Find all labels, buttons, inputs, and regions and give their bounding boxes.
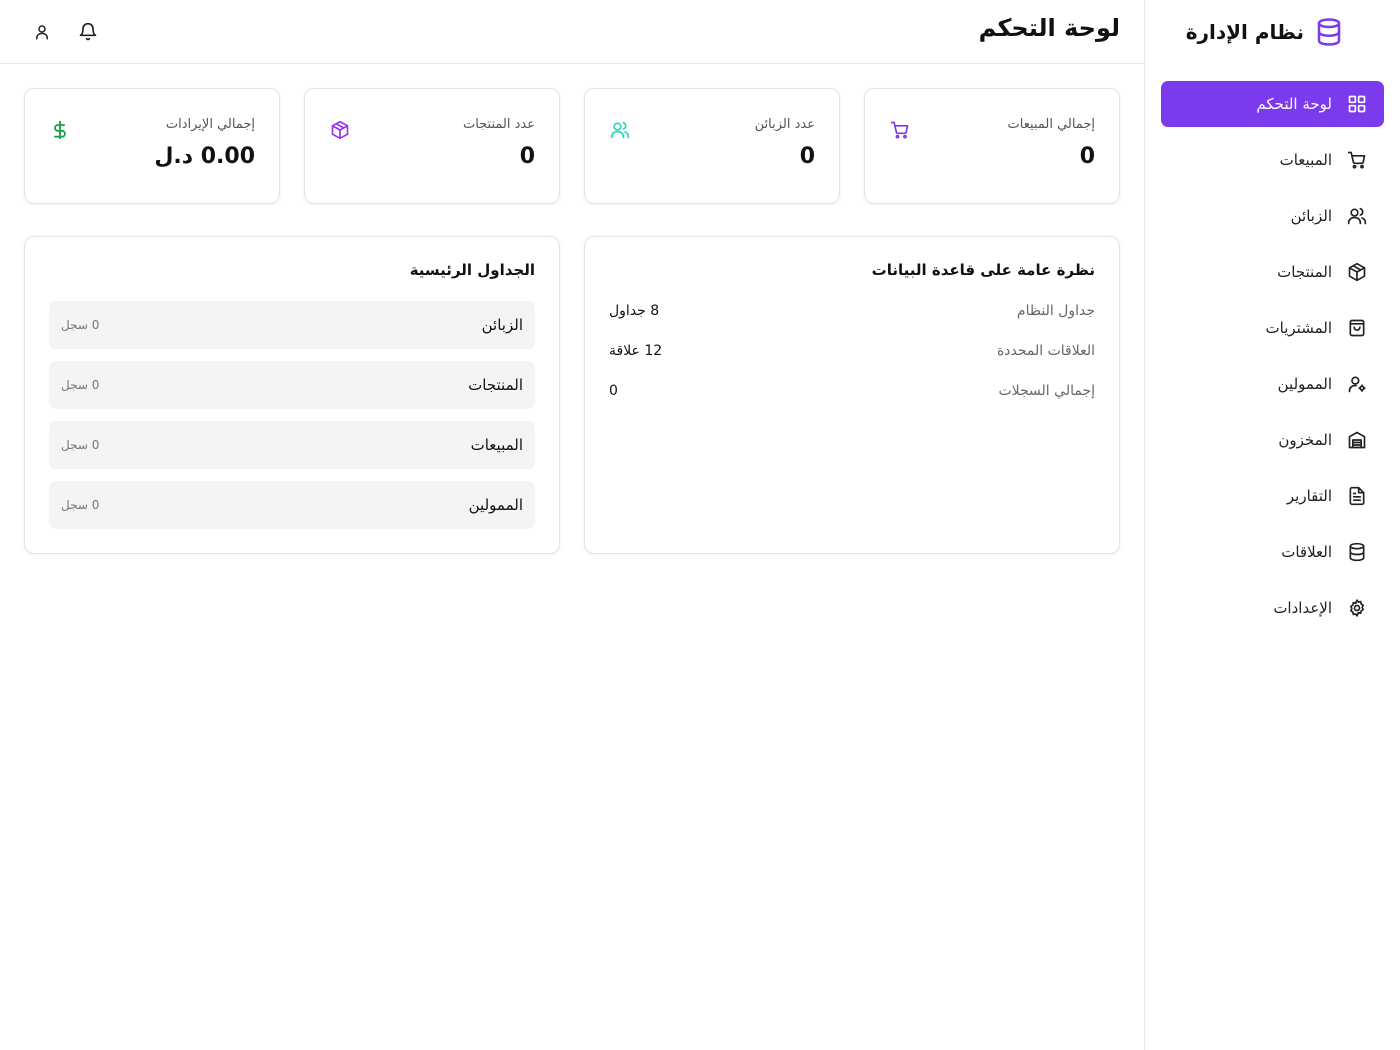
table-row-suppliers[interactable]: الممولين 0 سجل <box>49 481 535 529</box>
brand: نظام الإدارة <box>1145 0 1400 64</box>
sidebar-item-label: المبيعات <box>1279 151 1332 169</box>
main-tables-panel: الجداول الرئيسية الزبائن 0 سجل المنتجات … <box>24 236 560 554</box>
sidebar-item-suppliers[interactable]: الممولين <box>1161 361 1384 407</box>
brand-title: نظام الإدارة <box>1185 20 1304 44</box>
cart-icon <box>889 119 911 141</box>
user-cog-icon <box>1346 373 1368 395</box>
stat-value: 0 <box>799 144 815 169</box>
sidebar: نظام الإدارة لوحة التحكم المبيعات الزبائ… <box>1144 0 1400 1050</box>
overview-label: جداول النظام <box>1016 303 1095 319</box>
sidebar-item-label: لوحة التحكم <box>1256 95 1332 113</box>
stat-value: 0 <box>519 144 535 169</box>
table-name: المبيعات <box>470 436 523 454</box>
table-record-count: 0 سجل <box>61 498 100 512</box>
sidebar-item-dashboard[interactable]: لوحة التحكم <box>1161 81 1384 127</box>
dollar-icon <box>49 119 71 141</box>
stat-value: 0.00 د.ل <box>154 144 255 169</box>
stat-label: إجمالي المبيعات <box>1007 117 1095 132</box>
stat-label: عدد الزبائن <box>754 117 815 132</box>
table-record-count: 0 سجل <box>61 438 100 452</box>
stat-card-products-count: عدد المنتجات 0 <box>304 88 560 204</box>
database-icon <box>1346 541 1368 563</box>
stat-card-total-revenue: إجمالي الإيرادات 0.00 د.ل <box>24 88 280 204</box>
top-header: لوحة التحكم <box>0 0 1144 64</box>
cart-icon <box>1346 149 1368 171</box>
bell-icon[interactable] <box>76 20 100 44</box>
overview-label: العلاقات المحددة <box>996 343 1095 359</box>
database-overview-panel: نظرة عامة على قاعدة البيانات جداول النظا… <box>584 236 1120 554</box>
header-actions <box>30 20 100 44</box>
table-record-count: 0 سجل <box>61 378 100 392</box>
sidebar-item-products[interactable]: المنتجات <box>1161 249 1384 295</box>
sidebar-item-sales[interactable]: المبيعات <box>1161 137 1384 183</box>
stats-row: إجمالي المبيعات 0 عدد الزبائن 0 عدد المن… <box>24 88 1120 204</box>
sidebar-item-label: التقارير <box>1286 487 1332 505</box>
page-title: لوحة التحكم <box>978 14 1120 42</box>
stat-card-total-sales: إجمالي المبيعات 0 <box>864 88 1120 204</box>
table-name: الزبائن <box>481 316 523 334</box>
sidebar-item-label: المنتجات <box>1277 263 1332 281</box>
table-row-sales[interactable]: المبيعات 0 سجل <box>49 421 535 469</box>
sidebar-item-relations[interactable]: العلاقات <box>1161 529 1384 575</box>
gear-icon <box>1346 597 1368 619</box>
file-text-icon <box>1346 485 1368 507</box>
users-icon <box>609 119 631 141</box>
warehouse-icon <box>1346 429 1368 451</box>
sidebar-item-reports[interactable]: التقارير <box>1161 473 1384 519</box>
box-icon <box>1346 261 1368 283</box>
sidebar-item-label: المخزون <box>1278 431 1332 449</box>
stat-label: إجمالي الإيرادات <box>165 117 255 132</box>
table-row-products[interactable]: المنتجات 0 سجل <box>49 361 535 409</box>
panel-title: الجداول الرئيسية <box>409 261 535 279</box>
overview-value: 8 جداول <box>609 303 660 319</box>
overview-label: إجمالي السجلات <box>998 383 1095 399</box>
sidebar-item-label: الإعدادات <box>1273 599 1332 617</box>
sidebar-item-settings[interactable]: الإعدادات <box>1161 585 1384 631</box>
overview-value: 0 <box>609 383 618 399</box>
shopping-bag-icon <box>1346 317 1368 339</box>
sidebar-item-customers[interactable]: الزبائن <box>1161 193 1384 239</box>
sidebar-item-label: المشتريات <box>1265 319 1332 337</box>
overview-list: جداول النظام 8 جداول العلاقات المحددة 12… <box>609 301 1095 401</box>
overview-row: إجمالي السجلات 0 <box>609 381 1095 401</box>
overview-row: العلاقات المحددة 12 علاقة <box>609 341 1095 361</box>
database-icon <box>1314 17 1344 47</box>
sidebar-nav: لوحة التحكم المبيعات الزبائن المنتجات ال… <box>1145 64 1400 631</box>
users-icon <box>1346 205 1368 227</box>
sidebar-item-label: الممولين <box>1277 375 1332 393</box>
box-icon <box>329 119 351 141</box>
sidebar-item-label: الزبائن <box>1290 207 1332 225</box>
panel-title: نظرة عامة على قاعدة البيانات <box>871 261 1095 279</box>
overview-row: جداول النظام 8 جداول <box>609 301 1095 321</box>
overview-value: 12 علاقة <box>609 343 663 359</box>
tables-list: الزبائن 0 سجل المنتجات 0 سجل المبيعات 0 … <box>49 301 535 529</box>
stat-label: عدد المنتجات <box>462 117 535 132</box>
sidebar-item-inventory[interactable]: المخزون <box>1161 417 1384 463</box>
table-name: المنتجات <box>468 376 523 394</box>
table-record-count: 0 سجل <box>61 318 100 332</box>
table-name: الممولين <box>468 496 523 514</box>
sidebar-item-label: العلاقات <box>1281 543 1332 561</box>
user-icon[interactable] <box>30 20 54 44</box>
stat-card-customers-count: عدد الزبائن 0 <box>584 88 840 204</box>
table-row-customers[interactable]: الزبائن 0 سجل <box>49 301 535 349</box>
panels-row: نظرة عامة على قاعدة البيانات جداول النظا… <box>24 236 1120 554</box>
stat-value: 0 <box>1079 144 1095 169</box>
grid-icon <box>1346 93 1368 115</box>
sidebar-item-purchases[interactable]: المشتريات <box>1161 305 1384 351</box>
